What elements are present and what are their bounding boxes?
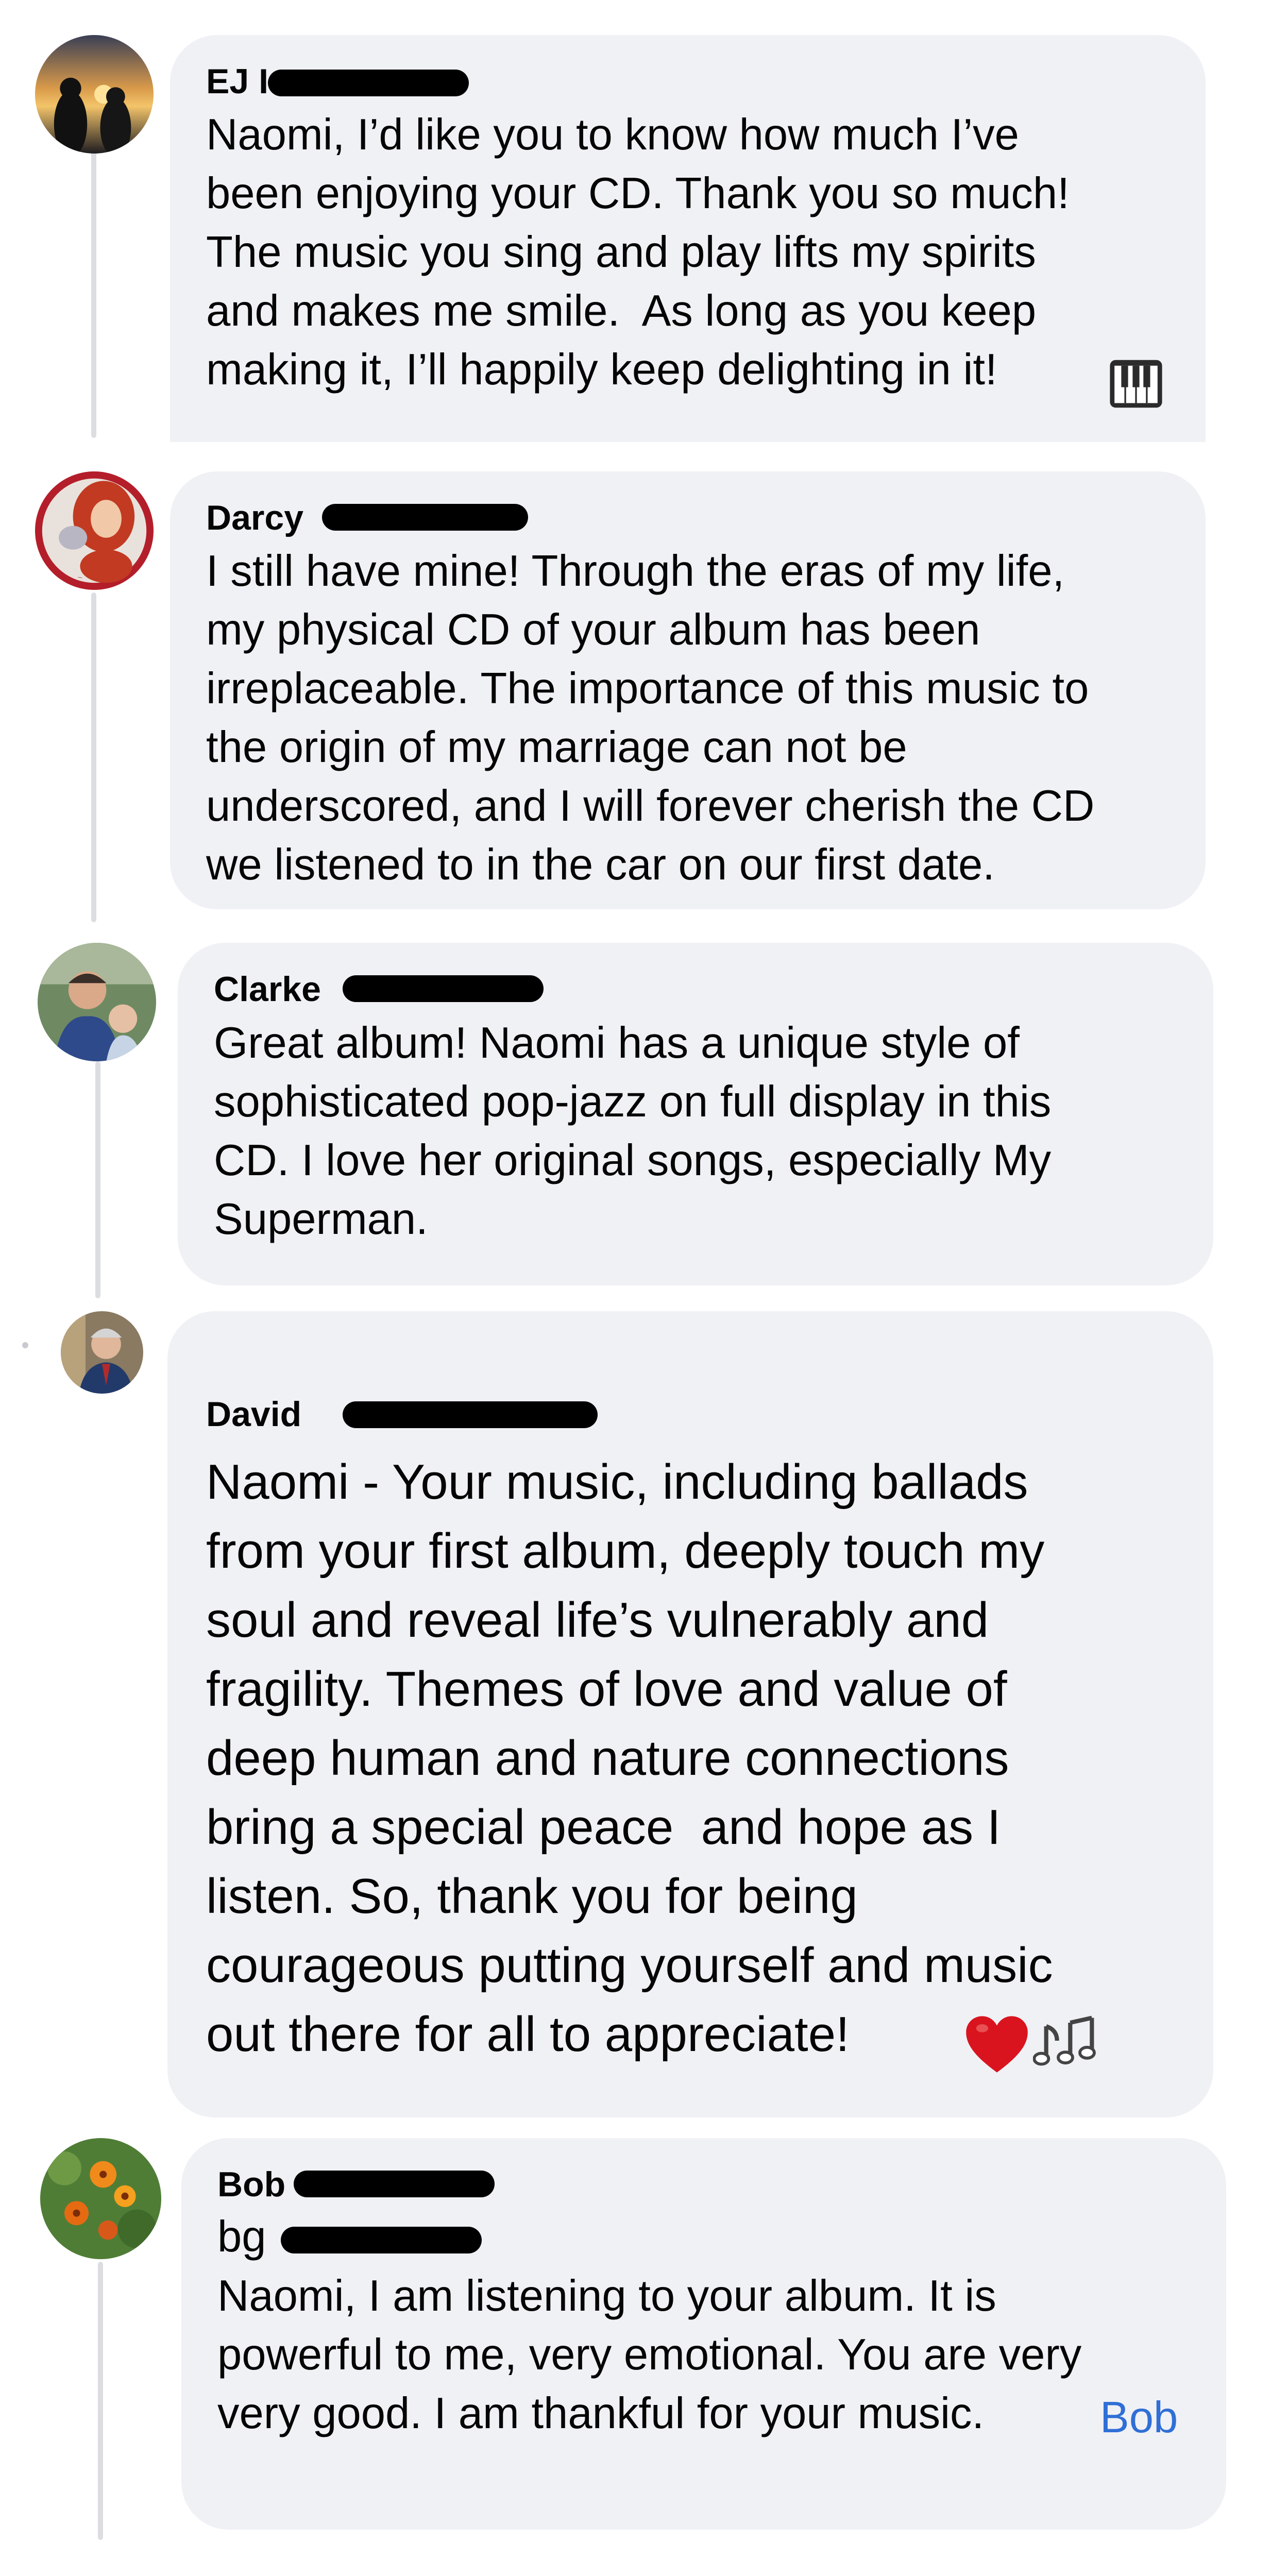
comment-author[interactable]: EJ I: [206, 61, 268, 102]
comment-author[interactable]: Bob: [217, 2164, 285, 2205]
thread-dot: [22, 1342, 28, 1348]
comment-author[interactable]: Darcy: [206, 497, 303, 538]
avatar[interactable]: [35, 35, 154, 154]
redaction-bar: [343, 975, 544, 1002]
thread-line: [91, 592, 96, 922]
comment-text: I still have mine! Through the eras of m…: [206, 547, 1095, 889]
redaction-bar: [268, 70, 469, 96]
redaction-bar: [322, 504, 528, 531]
thread-line: [98, 2262, 103, 2540]
avatar[interactable]: [61, 1311, 143, 1394]
thread-line: [91, 149, 96, 438]
redaction-bar: [294, 2171, 495, 2197]
signature-link[interactable]: Bob: [1100, 2392, 1178, 2444]
comment-author[interactable]: Clarke: [214, 969, 321, 1010]
piano-keys-icon: [1108, 355, 1164, 412]
avatar[interactable]: [40, 2138, 161, 2259]
comment-author[interactable]: David: [206, 1394, 301, 1435]
avatar[interactable]: ~: [35, 471, 154, 590]
comment-handle: bg: [217, 2212, 266, 2261]
avatar[interactable]: [38, 943, 156, 1061]
redaction-bar: [281, 2227, 482, 2253]
comment-text: Great album! Naomi has a unique style of…: [214, 1019, 1052, 1244]
comment-text: Naomi, I’d like you to know how much I’v…: [206, 110, 1070, 394]
comment-text: Naomi - Your music, including ballads fr…: [206, 1454, 1053, 2062]
red-heart-icon: [963, 2013, 1030, 2075]
svg-text:~: ~: [78, 573, 82, 583]
music-notes-icon: [1032, 2013, 1105, 2075]
redaction-bar: [343, 1401, 598, 1428]
comment-text: Naomi, I am listening to your album. It …: [217, 2272, 1082, 2438]
thread-line: [95, 1061, 100, 1298]
